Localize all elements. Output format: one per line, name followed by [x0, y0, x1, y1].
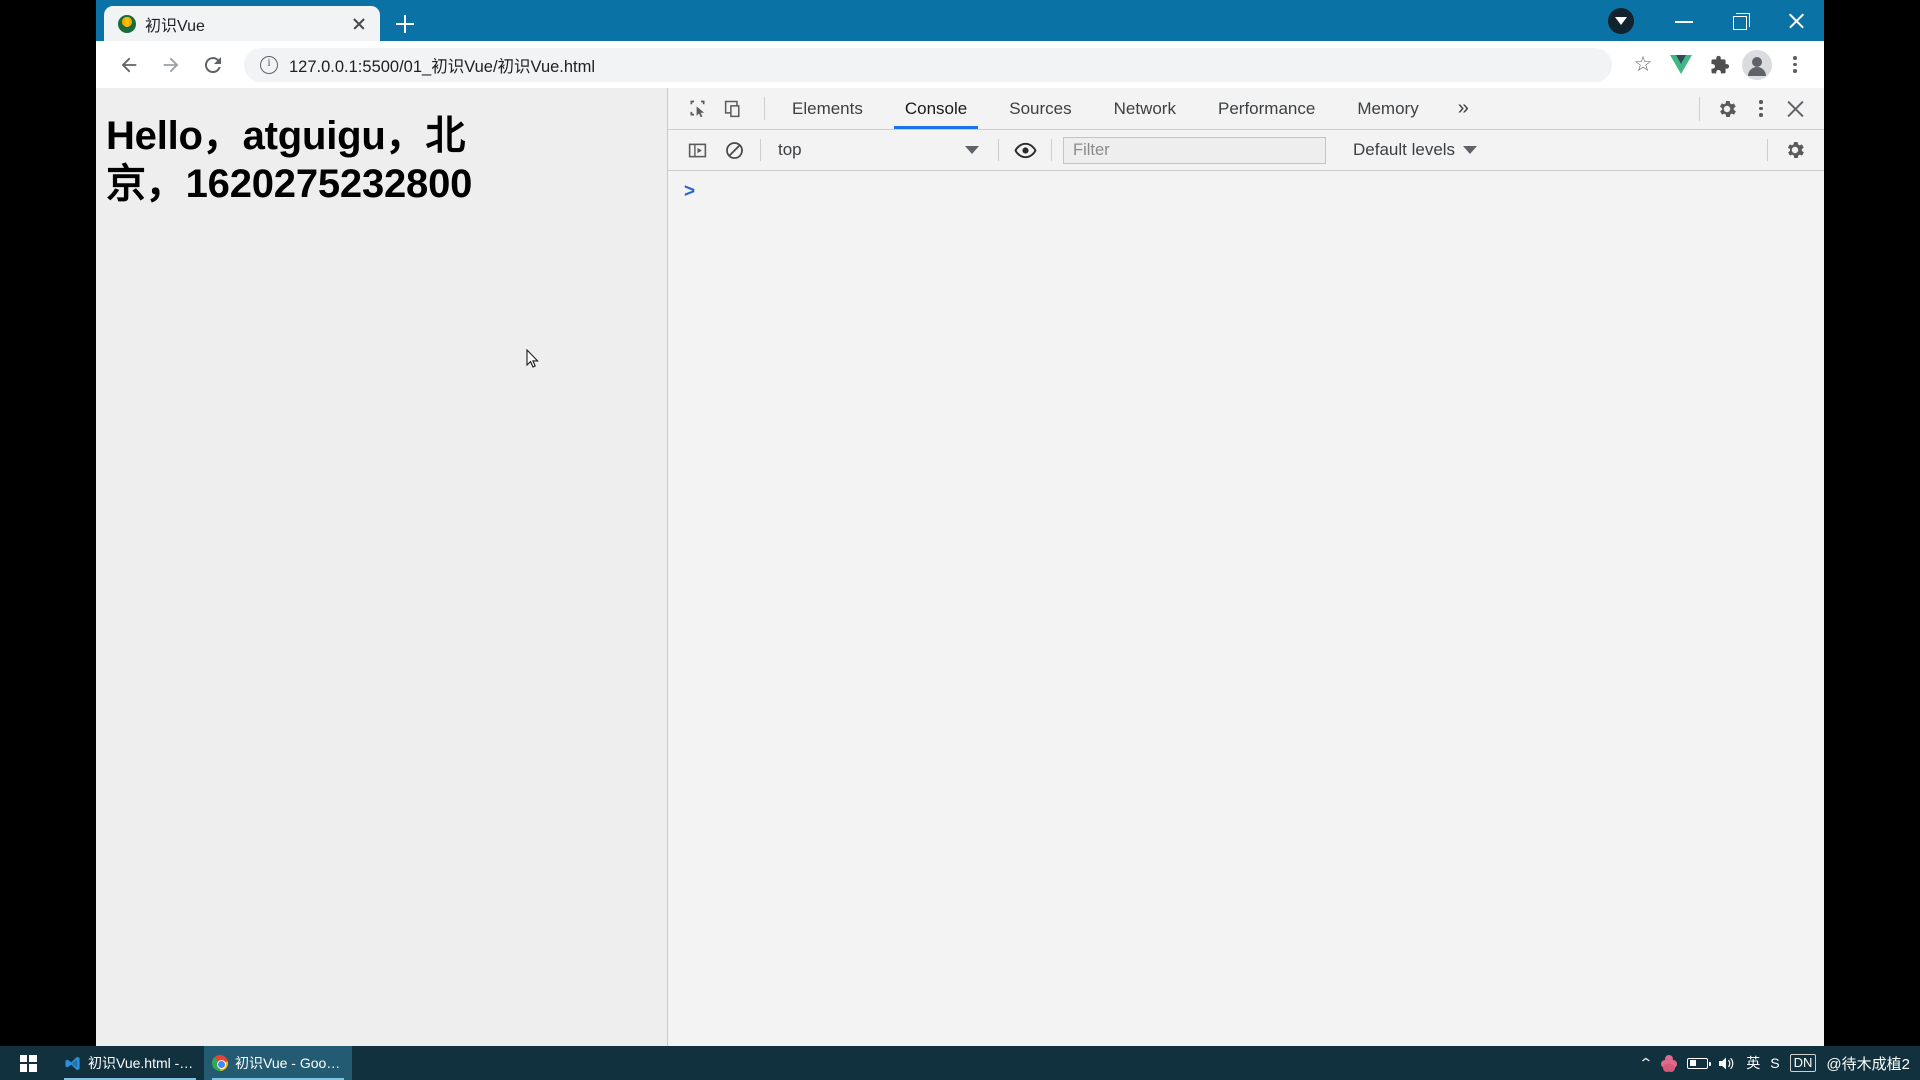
taskbar-item-chrome[interactable]: 初识Vue - Google C...: [204, 1046, 352, 1080]
tab-sources-label: Sources: [1009, 98, 1072, 118]
devtools-panel: Elements Console Sources Network Perform: [668, 88, 1824, 1046]
browser-tabstrip: 初识Vue: [96, 0, 1824, 41]
log-levels-label: Default levels: [1353, 140, 1456, 159]
window-close-button[interactable]: [1768, 0, 1824, 41]
ime-language-label[interactable]: 英: [1746, 1053, 1760, 1073]
page-heading: Hello，atguigu，北京，1620275232800: [106, 114, 473, 207]
tab-performance-label: Performance: [1217, 98, 1316, 118]
inspect-element-icon[interactable]: [682, 94, 712, 124]
tab-sources[interactable]: Sources: [988, 88, 1092, 129]
devtools-settings-gear-icon[interactable]: [1712, 94, 1742, 124]
tab-elements-label: Elements: [792, 98, 863, 118]
tab-slot: 初识Vue: [96, 0, 422, 41]
screen-root: 初识Vue i 127.0.0.1:5500/01_初识Vue/初识Vue.ht…: [0, 0, 1920, 1080]
page-viewport: Hello，atguigu，北京，1620275232800: [96, 88, 668, 1046]
back-button[interactable]: [110, 46, 148, 84]
console-filter-toolbar: top Default levels: [668, 130, 1824, 171]
devtools-more-menu-icon[interactable]: [1746, 94, 1776, 124]
reload-button[interactable]: [194, 46, 232, 84]
bookmark-star-icon[interactable]: ☆: [1626, 48, 1660, 82]
devtools-close-icon[interactable]: [1780, 94, 1810, 124]
omnibox[interactable]: 127.0.0.1:5500/01_初识Vue/初识Vue.html: [244, 47, 1612, 82]
devtools-right-controls: [1699, 88, 1824, 129]
right-separator: [1699, 96, 1700, 121]
filterbar-separator-3: [1051, 139, 1052, 161]
toolbar-separator: [764, 97, 765, 120]
tab-title: 初识Vue: [145, 17, 205, 35]
extensions-puzzle-icon[interactable]: [1702, 48, 1736, 82]
tab-close-icon[interactable]: [348, 13, 370, 35]
chevron-down-icon: [965, 146, 979, 154]
ime-dn-badge[interactable]: DN: [1789, 1054, 1817, 1072]
ime-s-label[interactable]: S: [1770, 1055, 1779, 1071]
tray-user-label: @待木成植2: [1826, 1055, 1910, 1073]
console-context-selector[interactable]: top: [772, 137, 987, 164]
window-controls: [1608, 0, 1824, 41]
download-badge-icon[interactable]: [1608, 7, 1634, 34]
chevron-down-icon: [1463, 146, 1478, 154]
console-prompt-caret: >: [684, 181, 696, 202]
tab-console-label: Console: [904, 98, 968, 118]
console-log-levels-selector[interactable]: Default levels: [1343, 140, 1487, 160]
chrome-browser-window: 初识Vue i 127.0.0.1:5500/01_初识Vue/初识Vue.ht…: [96, 0, 1824, 1046]
devtools-inspect-group: [668, 88, 758, 129]
minimize-button[interactable]: [1656, 0, 1712, 41]
filterbar-separator-1: [760, 139, 761, 161]
desktop-left-bar: [0, 0, 96, 1046]
console-settings-gear-icon[interactable]: [1780, 135, 1810, 165]
flower-tray-icon[interactable]: [1661, 1055, 1678, 1072]
console-filter-input[interactable]: [1063, 136, 1326, 164]
devtools-tabs: Elements Console Sources Network Perform: [771, 88, 1440, 129]
windows-taskbar: 初识Vue.html - vue_... 初识Vue - Google C...…: [0, 1046, 1920, 1080]
tab-memory[interactable]: Memory: [1336, 88, 1439, 129]
more-tabs-icon[interactable]: »: [1440, 88, 1487, 129]
browser-navbar: 127.0.0.1:5500/01_初识Vue/初识Vue.html ☆: [96, 41, 1824, 88]
tab-network-label: Network: [1113, 98, 1176, 118]
browser-tab[interactable]: 初识Vue: [104, 6, 380, 41]
battery-icon[interactable]: [1687, 1057, 1712, 1069]
console-sidebar-toggle-icon[interactable]: [682, 135, 712, 165]
mouse-cursor-icon: [526, 349, 539, 368]
desktop-right-bar: [1824, 0, 1920, 1046]
chrome-icon: [212, 1055, 228, 1071]
windows-logo-icon: [19, 1054, 37, 1072]
console-context-label: top: [778, 140, 802, 159]
devtools-tabbar: Elements Console Sources Network Perform: [668, 88, 1824, 130]
taskbar-item-vscode[interactable]: 初识Vue.html - vue_...: [56, 1046, 204, 1080]
filterbar-separator-4: [1767, 139, 1768, 161]
new-tab-button[interactable]: [388, 7, 422, 41]
tab-memory-label: Memory: [1357, 98, 1419, 118]
tab-performance[interactable]: Performance: [1197, 88, 1336, 129]
maximize-button[interactable]: [1712, 0, 1768, 41]
vue-devtools-icon[interactable]: [1664, 48, 1698, 82]
volume-icon[interactable]: [1718, 1056, 1736, 1071]
taskbar-item-label: 初识Vue - Google C...: [235, 1055, 344, 1071]
console-settings-area: [1767, 135, 1810, 165]
profile-avatar-icon[interactable]: [1740, 48, 1774, 82]
tab-network[interactable]: Network: [1093, 88, 1197, 129]
forward-button[interactable]: [152, 46, 190, 84]
taskbar-item-label: 初识Vue.html - vue_...: [88, 1055, 196, 1071]
content-row: Hello，atguigu，北京，1620275232800 Elements …: [96, 88, 1824, 1046]
system-tray: ⌃ 英 S DN @待木成植2: [1638, 1053, 1920, 1074]
chrome-menu-icon[interactable]: [1778, 48, 1812, 82]
console-output-area[interactable]: >: [668, 171, 1824, 1046]
clear-console-icon[interactable]: [719, 135, 749, 165]
url-text: 127.0.0.1:5500/01_初识Vue/初识Vue.html: [289, 57, 596, 76]
vscode-icon: [65, 1056, 80, 1070]
console-prompt-row[interactable]: >: [668, 171, 1824, 201]
tab-console[interactable]: Console: [884, 88, 988, 129]
tray-expand-chevron-icon[interactable]: ⌃: [1638, 1055, 1653, 1072]
site-info-icon[interactable]: [260, 55, 278, 74]
device-toolbar-icon[interactable]: [718, 94, 748, 124]
live-expression-eye-icon[interactable]: [1010, 135, 1040, 165]
windows-start-button[interactable]: [0, 1046, 56, 1080]
tab-elements[interactable]: Elements: [771, 88, 884, 129]
vue-favicon-icon: [118, 14, 136, 33]
filterbar-separator-2: [998, 139, 999, 161]
